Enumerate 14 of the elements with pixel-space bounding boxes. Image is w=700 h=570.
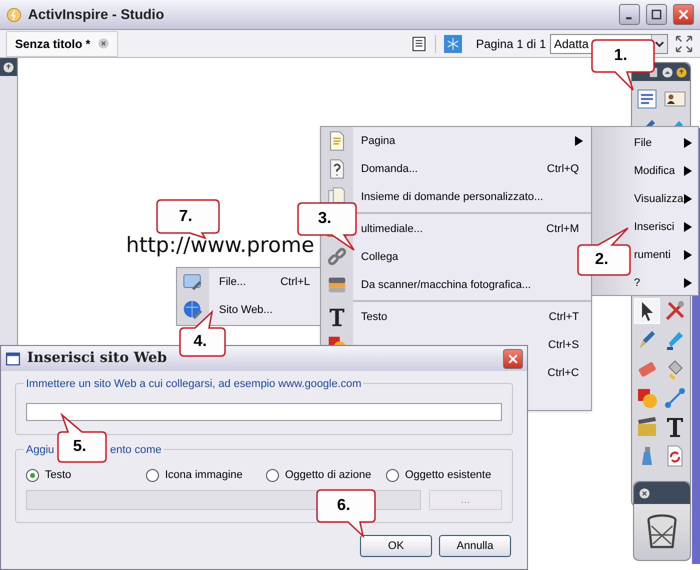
canvas-text: http://www.prome [126,232,314,259]
callout-number: 5. [73,439,86,455]
callout-number: 2. [595,252,608,268]
callout-number: 4. [194,334,207,350]
group-legend: Aggiu [26,442,54,458]
callout-number: 6. [337,498,350,514]
group-legend: ento come [110,442,162,458]
dialog-title: Inserisci sito Web [27,349,168,368]
callout-number: 3. [318,211,332,227]
callout-number: 7. [179,208,192,224]
callout-number: 1. [614,48,628,64]
page-indicator: Pagina 1 di 1 [476,36,546,52]
window-title: ActivInspire - Studio [28,5,166,24]
group-legend: Immettere un sito Web a cui collegarsi, ad esempio www.google.com [24,376,364,392]
